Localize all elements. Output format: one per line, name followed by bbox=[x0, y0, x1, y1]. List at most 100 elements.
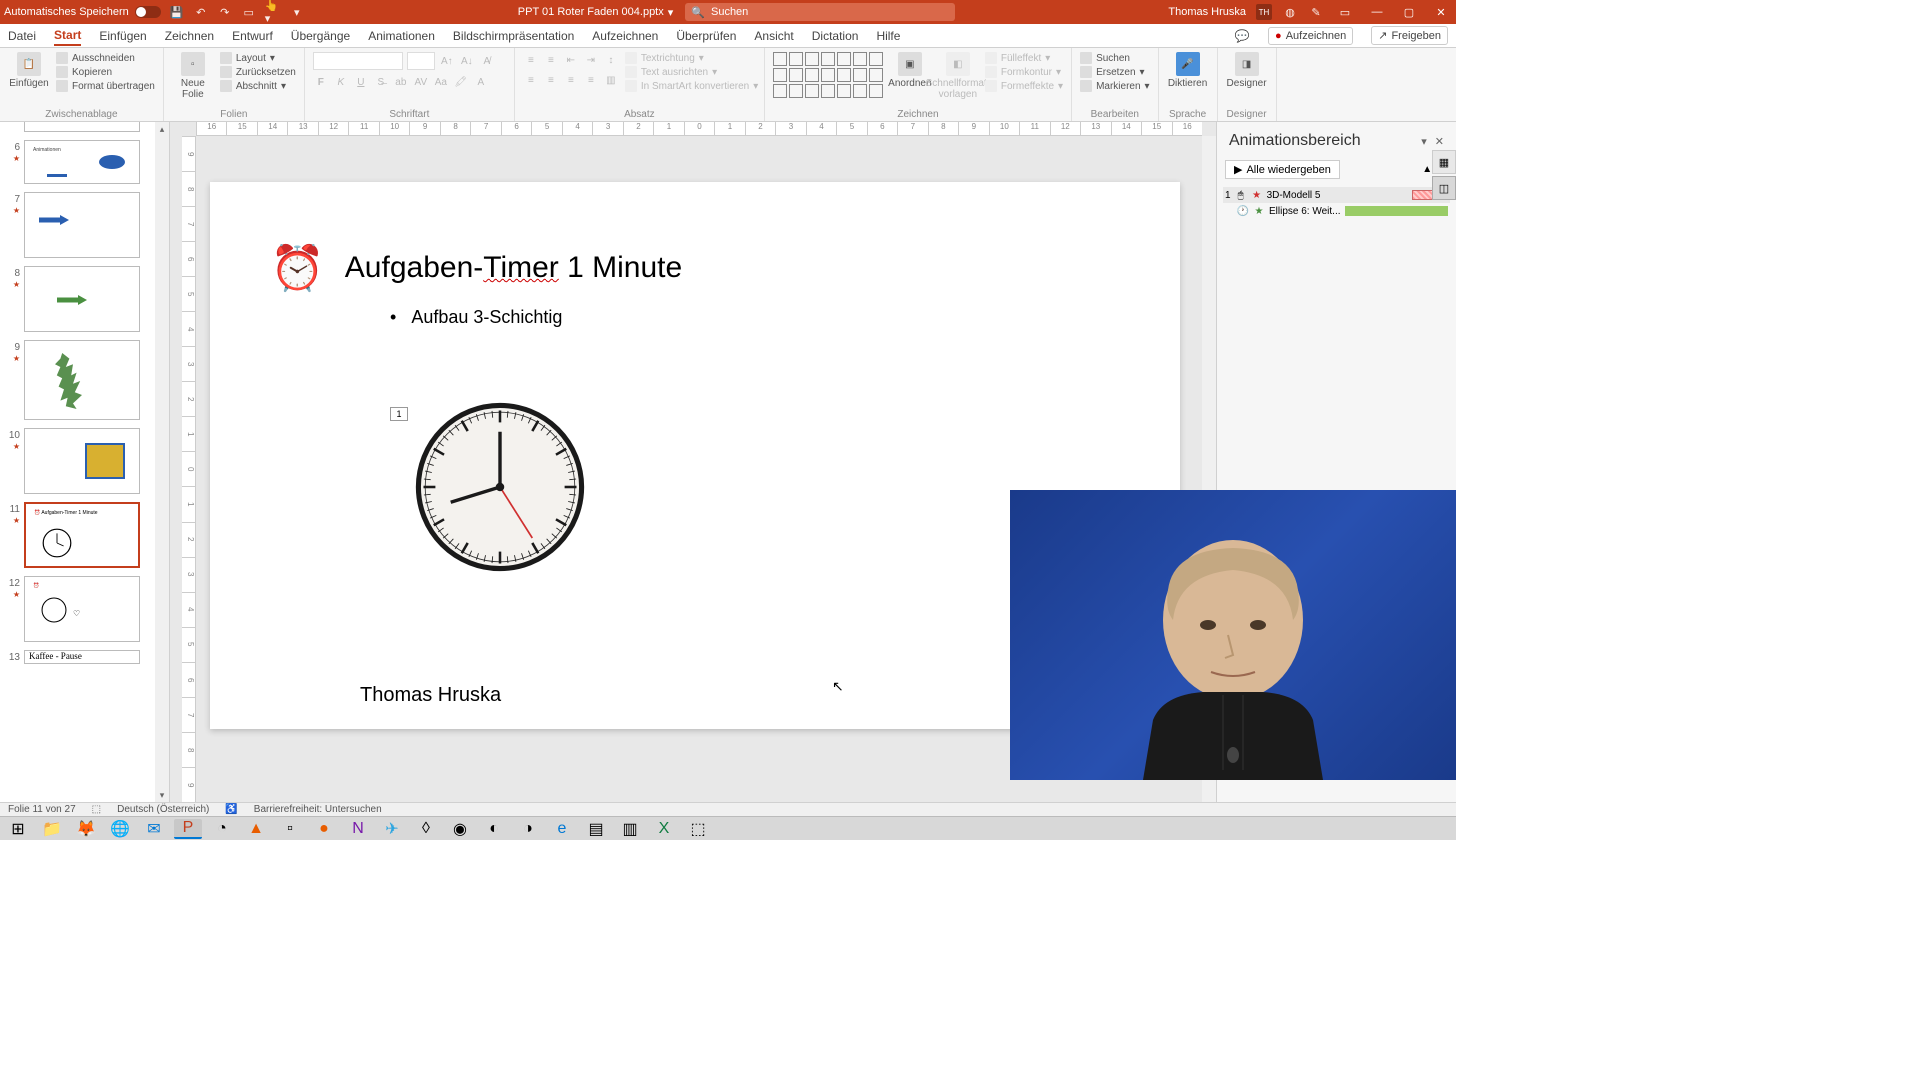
slide-position[interactable]: Folie 11 von 27 bbox=[8, 804, 76, 815]
excel-icon[interactable]: X bbox=[650, 819, 678, 839]
scroll-down-icon[interactable]: ▾ bbox=[155, 788, 169, 802]
clock-3d-model[interactable] bbox=[415, 402, 585, 572]
tab-start[interactable]: Start bbox=[54, 26, 81, 46]
tab-datei[interactable]: Datei bbox=[8, 27, 36, 45]
vlc-icon[interactable]: ▲ bbox=[242, 819, 270, 839]
close-pane-icon[interactable]: ✕ bbox=[1435, 135, 1444, 148]
ribbon-display-icon[interactable]: ▭ bbox=[1334, 3, 1356, 21]
section-button[interactable]: Abschnitt▾ bbox=[220, 80, 296, 92]
tab-bildschirmpraesentation[interactable]: Bildschirmpräsentation bbox=[453, 27, 574, 45]
minimize-button[interactable]: — bbox=[1366, 3, 1388, 21]
save-icon[interactable]: 💾 bbox=[169, 4, 185, 20]
thumbnails-scrollbar[interactable]: ▴ ▾ bbox=[155, 122, 169, 802]
tab-ansicht[interactable]: Ansicht bbox=[754, 27, 793, 45]
redo-icon[interactable]: ↷ bbox=[217, 4, 233, 20]
app-icon[interactable]: ▤ bbox=[582, 819, 610, 839]
cloud-icon[interactable]: ◍ bbox=[1282, 4, 1298, 20]
tab-aufzeichnen[interactable]: Aufzeichnen bbox=[592, 27, 658, 45]
undo-icon[interactable]: ↶ bbox=[193, 4, 209, 20]
powerpoint-icon[interactable]: P bbox=[174, 819, 202, 839]
animation-order-tag[interactable]: 1 bbox=[390, 407, 408, 421]
app-icon[interactable]: ▥ bbox=[616, 819, 644, 839]
group-label: Schriftart bbox=[305, 109, 514, 120]
dictate-button[interactable]: 🎤Diktieren bbox=[1167, 52, 1209, 89]
format-painter-button[interactable]: Format übertragen bbox=[56, 80, 155, 92]
animation-entry[interactable]: 🕐 ★ Ellipse 6: Weit... bbox=[1223, 203, 1450, 219]
title-bar: Automatisches Speichern 💾 ↶ ↷ ▭ 👆▾ ▾ PPT… bbox=[0, 0, 1456, 24]
document-title[interactable]: PPT 01 Roter Faden 004.pptx ▾ bbox=[518, 6, 673, 19]
thumbnail-row[interactable]: 6★ Animationen bbox=[6, 140, 169, 184]
chrome-icon[interactable]: 🌐 bbox=[106, 819, 134, 839]
paste-button[interactable]: 📋Einfügen bbox=[8, 52, 50, 89]
qat-more-icon[interactable]: ▾ bbox=[289, 4, 305, 20]
thumbnail-row[interactable]: 13 Kaffee - Pause bbox=[6, 650, 169, 664]
draw-icon[interactable]: ✎ bbox=[1308, 4, 1324, 20]
pane-toggle-2[interactable]: ◫ bbox=[1432, 176, 1456, 200]
designer-button[interactable]: ◨Designer bbox=[1226, 52, 1268, 89]
arrange-button[interactable]: ▣Anordnen bbox=[889, 52, 931, 89]
maximize-button[interactable]: ▢ bbox=[1398, 3, 1420, 21]
app-icon[interactable]: ▫ bbox=[276, 819, 304, 839]
new-slide-button[interactable]: ▫Neue Folie bbox=[172, 52, 214, 100]
app-icon[interactable]: ● bbox=[310, 819, 338, 839]
collapse-icon[interactable]: ▾ bbox=[1421, 135, 1427, 148]
file-explorer-icon[interactable]: 📁 bbox=[38, 819, 66, 839]
share-button[interactable]: ↗Freigeben bbox=[1371, 26, 1448, 45]
present-icon[interactable]: ▭ bbox=[241, 4, 257, 20]
app-icon[interactable]: ◊ bbox=[412, 819, 440, 839]
find-button[interactable]: Suchen bbox=[1080, 52, 1150, 64]
replace-button[interactable]: Ersetzen▾ bbox=[1080, 66, 1150, 78]
telegram-icon[interactable]: ✈ bbox=[378, 819, 406, 839]
user-avatar[interactable]: TH bbox=[1256, 4, 1272, 20]
thumbnail-row[interactable]: 7★ bbox=[6, 192, 169, 258]
chevron-down-icon: ▾ bbox=[668, 6, 674, 19]
language-indicator[interactable]: Deutsch (Österreich) bbox=[117, 804, 209, 815]
thumbnail-row[interactable]: 10★ bbox=[6, 428, 169, 494]
tab-uebergaenge[interactable]: Übergänge bbox=[291, 27, 350, 45]
ribbon-tabs: Datei Start Einfügen Zeichnen Entwurf Üb… bbox=[0, 24, 1456, 48]
move-up-icon[interactable]: ▲ bbox=[1422, 164, 1432, 175]
thumbnail-row[interactable]: 12★ ⏰ ♡ bbox=[6, 576, 169, 642]
select-button[interactable]: Markieren▾ bbox=[1080, 80, 1150, 92]
obs-icon[interactable]: ◉ bbox=[446, 819, 474, 839]
cut-button[interactable]: Ausschneiden bbox=[56, 52, 155, 64]
firefox-icon[interactable]: 🦊 bbox=[72, 819, 100, 839]
search-input[interactable]: 🔍 Suchen bbox=[685, 3, 955, 21]
outlook-icon[interactable]: ✉ bbox=[140, 819, 168, 839]
tab-zeichnen[interactable]: Zeichnen bbox=[165, 27, 214, 45]
touch-mode-icon[interactable]: 👆▾ bbox=[265, 4, 281, 20]
copy-button[interactable]: Kopieren bbox=[56, 66, 155, 78]
app-icon[interactable]: ◐ bbox=[480, 819, 508, 839]
close-button[interactable]: ✕ bbox=[1430, 3, 1452, 21]
pane-toggle-1[interactable]: ▦ bbox=[1432, 150, 1456, 174]
app-icon[interactable]: ◑ bbox=[514, 819, 542, 839]
play-all-button[interactable]: ▶ Alle wiedergeben bbox=[1225, 160, 1340, 179]
app-icon[interactable]: ⬚ bbox=[684, 819, 712, 839]
select-icon bbox=[1080, 80, 1092, 92]
reset-button[interactable]: Zurücksetzen bbox=[220, 66, 296, 78]
layout-button[interactable]: Layout▾ bbox=[220, 52, 296, 64]
tab-dictation[interactable]: Dictation bbox=[812, 27, 859, 45]
comments-icon[interactable]: 💬 bbox=[1234, 28, 1250, 44]
autosave-toggle[interactable]: Automatisches Speichern bbox=[4, 6, 161, 18]
scroll-up-icon[interactable]: ▴ bbox=[155, 122, 169, 136]
thumbnail-row[interactable]: 8★ bbox=[6, 266, 169, 332]
record-button[interactable]: ●Aufzeichnen bbox=[1268, 27, 1353, 45]
tab-einfuegen[interactable]: Einfügen bbox=[99, 27, 146, 45]
tab-ueberpruefen[interactable]: Überprüfen bbox=[676, 27, 736, 45]
tab-hilfe[interactable]: Hilfe bbox=[876, 27, 900, 45]
app-icon[interactable]: ◔ bbox=[208, 819, 236, 839]
animation-entry[interactable]: 1 🖱 ★ 3D-Modell 5 bbox=[1223, 187, 1450, 203]
accessibility-check[interactable]: Barrierefreiheit: Untersuchen bbox=[254, 804, 382, 815]
thumbnail-row[interactable]: 9★ bbox=[6, 340, 169, 420]
thumbnail-row[interactable] bbox=[6, 122, 169, 132]
thumbnail-row-active[interactable]: 11★ ⏰ Aufgaben-Timer 1 Minute bbox=[6, 502, 169, 568]
replace-icon bbox=[1080, 66, 1092, 78]
tab-entwurf[interactable]: Entwurf bbox=[232, 27, 273, 45]
onenote-icon[interactable]: N bbox=[344, 819, 372, 839]
toggle-switch-icon[interactable] bbox=[135, 6, 161, 18]
tab-animationen[interactable]: Animationen bbox=[368, 27, 435, 45]
start-button[interactable]: ⊞ bbox=[4, 819, 32, 839]
shape-gallery[interactable] bbox=[773, 52, 883, 98]
edge-icon[interactable]: e bbox=[548, 819, 576, 839]
